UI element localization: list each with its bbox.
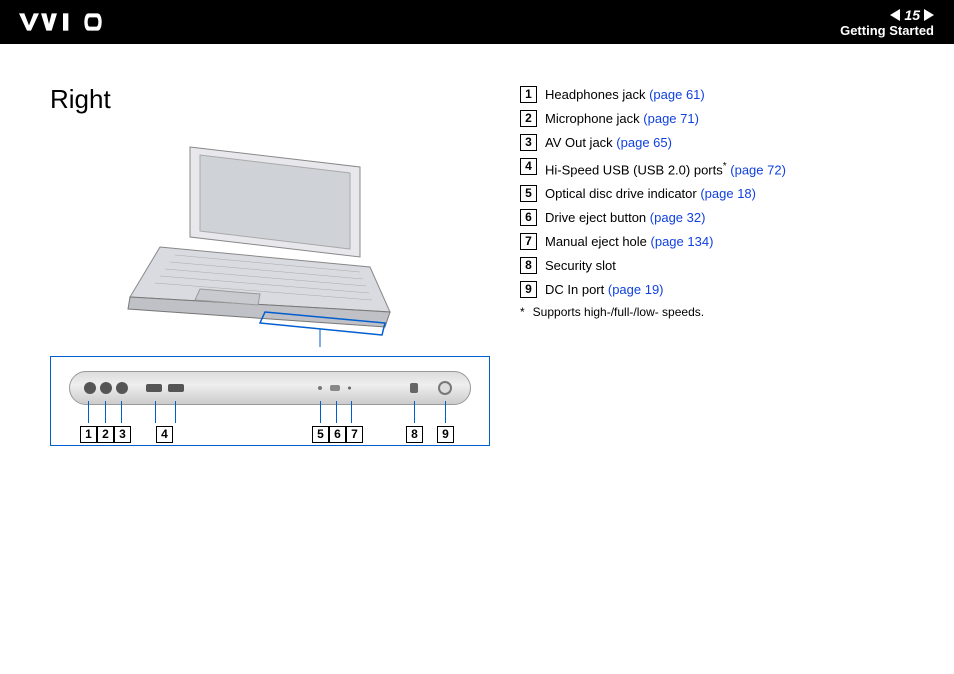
legend-num: 8 xyxy=(520,257,537,274)
page-title: Right xyxy=(50,84,490,115)
header-right: 15 Getting Started xyxy=(840,7,934,38)
leader-line xyxy=(88,401,89,423)
page-link[interactable]: (page 134) xyxy=(651,234,714,249)
page-link[interactable]: (page 72) xyxy=(730,162,786,177)
legend-num: 9 xyxy=(520,281,537,298)
leader-line xyxy=(414,401,415,423)
callout-9: 9 xyxy=(437,426,454,443)
port-usb-2 xyxy=(168,384,184,392)
leader-line xyxy=(155,401,156,423)
legend-item: 9 DC In port (page 19) xyxy=(520,281,786,299)
legend-num: 7 xyxy=(520,233,537,250)
legend-text: Optical disc drive indicator xyxy=(545,186,700,201)
side-view-detail: 1 2 3 4 5 6 7 8 9 xyxy=(50,356,490,446)
page-number: 15 xyxy=(904,7,920,23)
dc-in-port xyxy=(438,381,452,395)
leader-line xyxy=(105,401,106,423)
legend-text: Manual eject hole xyxy=(545,234,651,249)
page-link[interactable]: (page 18) xyxy=(700,186,756,201)
page-link[interactable]: (page 61) xyxy=(649,87,705,102)
page-link[interactable]: (page 19) xyxy=(608,282,664,297)
footnote: * Supports high-/full-/low- speeds. xyxy=(520,305,786,319)
legend-text: Headphones jack xyxy=(545,87,649,102)
security-slot xyxy=(410,383,418,393)
legend-item: 1 Headphones jack (page 61) xyxy=(520,86,786,104)
side-panel xyxy=(69,371,471,405)
port-microphone xyxy=(100,382,112,394)
leader-line xyxy=(351,401,352,423)
legend-text: DC In port xyxy=(545,282,608,297)
legend-num: 6 xyxy=(520,209,537,226)
legend-text: Hi-Speed USB (USB 2.0) ports xyxy=(545,162,723,177)
page-content: Right xyxy=(0,44,954,446)
leader-line xyxy=(121,401,122,423)
callout-6: 6 xyxy=(329,426,346,443)
legend-item: 3 AV Out jack (page 65) xyxy=(520,134,786,152)
legend-num: 5 xyxy=(520,185,537,202)
callout-1: 1 xyxy=(80,426,97,443)
page-link[interactable]: (page 32) xyxy=(650,210,706,225)
page-link[interactable]: (page 65) xyxy=(616,135,672,150)
legend-item: 8 Security slot xyxy=(520,257,786,275)
legend-num: 1 xyxy=(520,86,537,103)
legend-num: 3 xyxy=(520,134,537,151)
legend-text: Drive eject button xyxy=(545,210,650,225)
next-page-icon[interactable] xyxy=(924,9,934,21)
legend-column: 1 Headphones jack (page 61) 2 Microphone… xyxy=(520,84,786,446)
port-av-out xyxy=(116,382,128,394)
callout-3: 3 xyxy=(114,426,131,443)
optical-indicator xyxy=(318,386,322,390)
legend-item: 6 Drive eject button (page 32) xyxy=(520,209,786,227)
figure: 1 2 3 4 5 6 7 8 9 xyxy=(50,137,490,446)
legend-item: 4 Hi-Speed USB (USB 2.0) ports* (page 72… xyxy=(520,158,786,179)
figure-column: Right xyxy=(50,84,490,446)
callout-5: 5 xyxy=(312,426,329,443)
port-usb-1 xyxy=(146,384,162,392)
footnote-mark: * xyxy=(520,305,525,319)
legend-text: Security slot xyxy=(545,258,616,273)
footnote-text: Supports high-/full-/low- speeds. xyxy=(533,305,704,319)
eject-hole xyxy=(348,387,351,390)
callout-7: 7 xyxy=(346,426,363,443)
header-bar: 15 Getting Started xyxy=(0,0,954,44)
leader-line xyxy=(445,401,446,423)
legend-num: 4 xyxy=(520,158,537,175)
callout-row: 1 2 3 4 5 6 7 8 9 xyxy=(51,423,489,445)
legend-text: Microphone jack xyxy=(545,111,643,126)
prev-page-icon[interactable] xyxy=(890,9,900,21)
page-nav: 15 xyxy=(890,7,934,23)
callout-2: 2 xyxy=(97,426,114,443)
legend-num: 2 xyxy=(520,110,537,127)
page-link[interactable]: (page 71) xyxy=(643,111,699,126)
port-headphones xyxy=(84,382,96,394)
legend-item: 5 Optical disc drive indicator (page 18) xyxy=(520,185,786,203)
legend-text: AV Out jack xyxy=(545,135,616,150)
leader-line xyxy=(336,401,337,423)
legend-item: 2 Microphone jack (page 71) xyxy=(520,110,786,128)
vaio-logo xyxy=(16,12,126,32)
leader-line xyxy=(320,401,321,423)
leader-line xyxy=(175,401,176,423)
laptop-illustration xyxy=(120,137,420,347)
callout-4: 4 xyxy=(156,426,173,443)
section-name: Getting Started xyxy=(840,23,934,38)
eject-button xyxy=(330,385,340,391)
callout-8: 8 xyxy=(406,426,423,443)
legend-item: 7 Manual eject hole (page 134) xyxy=(520,233,786,251)
